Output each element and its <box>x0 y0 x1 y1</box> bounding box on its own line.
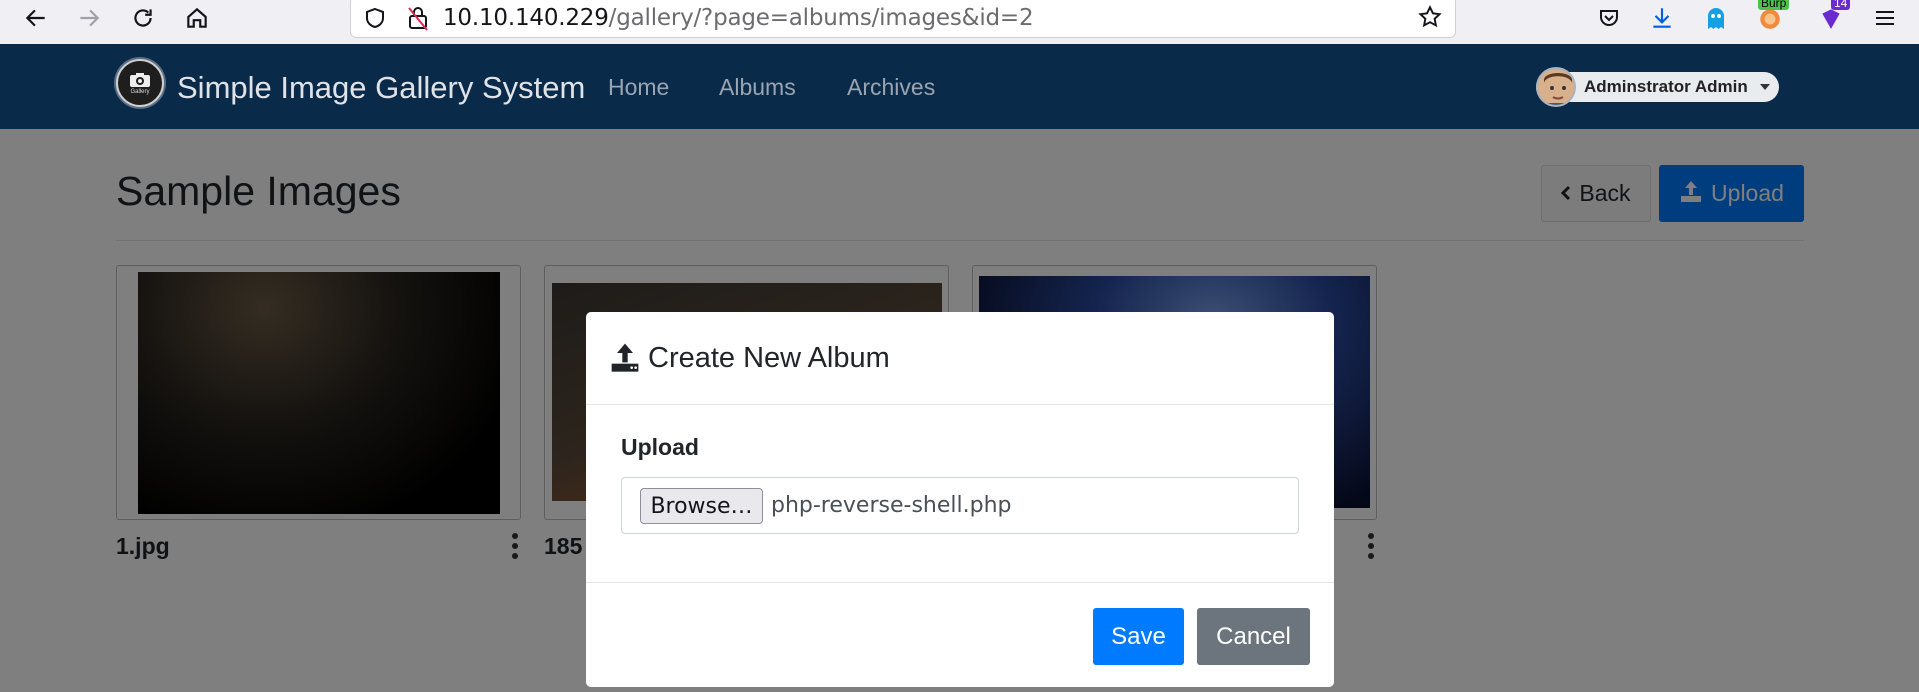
extension-badge: 14 <box>1831 0 1851 10</box>
avatar <box>1536 67 1576 107</box>
burp-badge: Burp <box>1758 0 1790 10</box>
pocket-icon[interactable] <box>1592 2 1626 34</box>
upload-field-label: Upload <box>621 434 699 460</box>
bookmark-star-icon[interactable] <box>1417 4 1443 35</box>
address-bar[interactable]: 10.10.140.229/gallery/?page=albums/image… <box>350 0 1456 38</box>
url-path: /gallery/?page=albums/images&id=2 <box>608 5 1034 31</box>
home-icon[interactable] <box>181 2 213 34</box>
modal-header: Create New Album <box>586 312 1334 405</box>
browser-toolbar: 10.10.140.229/gallery/?page=albums/image… <box>0 0 1919 44</box>
url-text[interactable]: 10.10.140.229/gallery/?page=albums/image… <box>443 5 1034 31</box>
user-name: Adminstrator Admin <box>1584 77 1748 96</box>
extension-icon[interactable]: 14 <box>1814 0 1851 34</box>
modal-footer: Save Cancel <box>586 582 1334 687</box>
site-navbar: Gallery Simple Image Gallery System Home… <box>0 44 1919 129</box>
tracking-shield-icon[interactable] <box>363 6 387 35</box>
selected-file-name: php-reverse-shell.php <box>771 493 1012 518</box>
brand-name[interactable]: Simple Image Gallery System <box>177 70 585 106</box>
ghost-icon[interactable] <box>1699 2 1733 34</box>
hamburger-menu-icon[interactable] <box>1868 2 1902 34</box>
burp-icon[interactable]: Burp <box>1753 0 1790 34</box>
file-upload-input[interactable]: Browse… php-reverse-shell.php <box>621 477 1299 534</box>
cancel-button[interactable]: Cancel <box>1197 608 1310 665</box>
caret-down-icon <box>1760 84 1770 90</box>
logo-caption: Gallery <box>130 88 150 95</box>
brand-logo[interactable]: Gallery <box>116 59 164 107</box>
forward-arrow-icon[interactable] <box>73 2 105 34</box>
nav-archives[interactable]: Archives <box>847 74 935 101</box>
camera-icon <box>130 72 150 87</box>
nav-albums[interactable]: Albums <box>719 74 796 101</box>
url-host: 10.10.140.229 <box>443 5 609 31</box>
modal-title: Create New Album <box>648 342 890 374</box>
create-album-modal: Create New Album Upload Browse… php-reve… <box>586 312 1334 687</box>
user-menu[interactable]: Adminstrator Admin <box>1536 67 1779 107</box>
reload-icon[interactable] <box>127 2 159 34</box>
browse-button[interactable]: Browse… <box>640 488 763 524</box>
save-button[interactable]: Save <box>1093 608 1184 665</box>
nav-home[interactable]: Home <box>608 74 669 101</box>
downloads-icon[interactable] <box>1645 2 1679 34</box>
insecure-lock-icon[interactable] <box>406 5 430 36</box>
upload-icon <box>609 341 641 378</box>
back-arrow-icon[interactable] <box>20 2 52 34</box>
